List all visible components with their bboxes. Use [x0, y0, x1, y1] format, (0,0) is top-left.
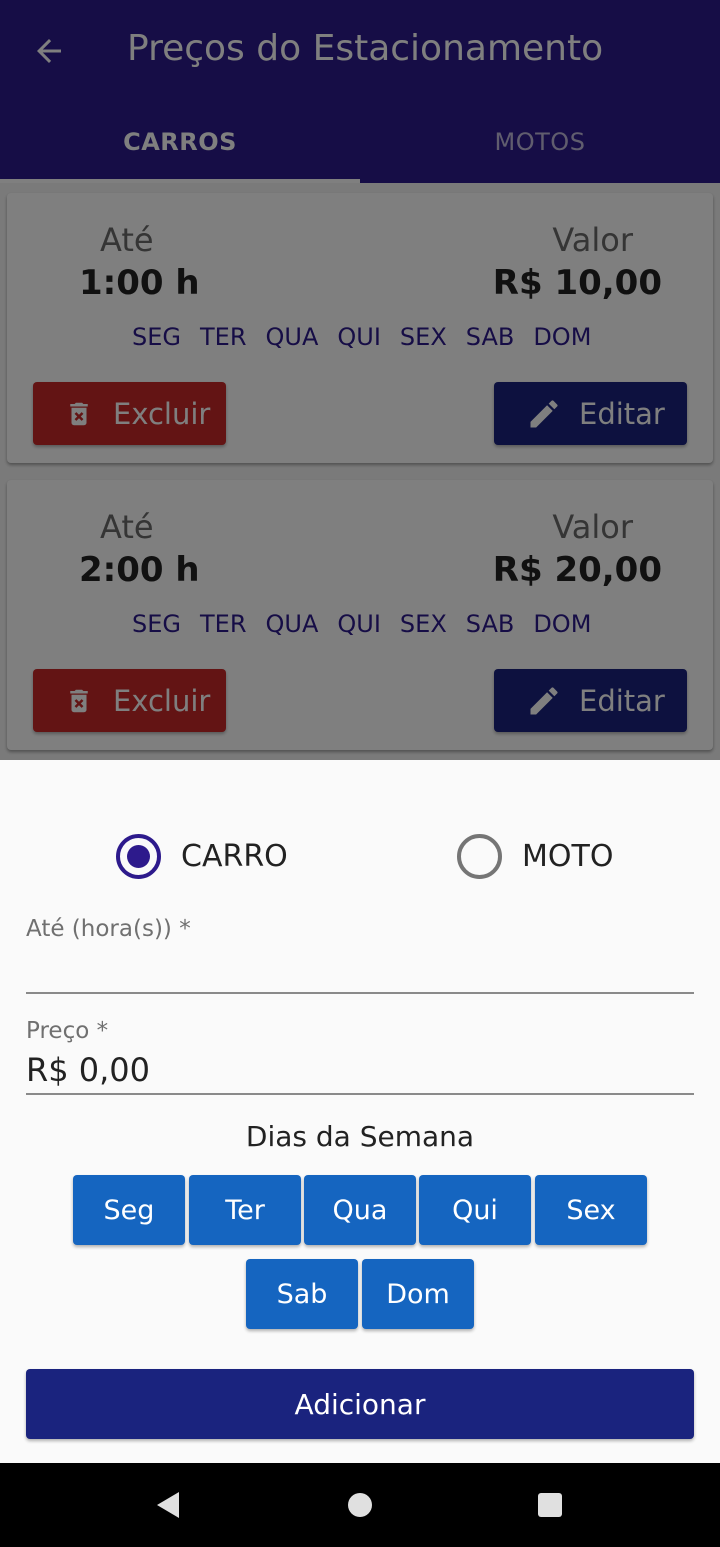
- radio-moto[interactable]: MOTO: [457, 834, 613, 879]
- weekday-sex: SEX: [399, 323, 447, 351]
- weekday-sex: SEX: [399, 610, 447, 638]
- day-chip-qui[interactable]: Qui: [419, 1175, 531, 1245]
- price-value: R$ 20,00: [492, 550, 662, 590]
- edit-label: Editar: [579, 396, 665, 431]
- price-field-value[interactable]: R$ 0,00: [26, 1051, 694, 1089]
- weekday-qui: QUI: [337, 610, 381, 638]
- edit-button[interactable]: Editar: [494, 382, 687, 445]
- nav-home-button[interactable]: [340, 1485, 380, 1525]
- until-label: Até: [100, 508, 154, 546]
- price-field-label: Preço *: [26, 1018, 109, 1044]
- price-card: Até 2:00 h Valor R$ 20,00 SEG TER QUA QU…: [7, 480, 713, 750]
- edit-label: Editar: [579, 683, 665, 718]
- weekday-list: SEG TER QUA QUI SEX SAB DOM: [132, 323, 610, 351]
- radio-selected-icon: [116, 834, 161, 879]
- page-title: Preços do Estacionamento: [127, 28, 604, 69]
- radio-carro-label: CARRO: [181, 839, 288, 874]
- weekday-ter: TER: [200, 610, 247, 638]
- weekday-seg: SEG: [132, 323, 181, 351]
- weekday-dom: DOM: [533, 323, 592, 351]
- price-label: Valor: [552, 221, 633, 259]
- delete-button[interactable]: Excluir: [33, 382, 226, 445]
- vehicle-type-radio-group: CARRO MOTO: [0, 834, 720, 880]
- tab-carros[interactable]: CARROS: [0, 100, 360, 183]
- price-value: R$ 10,00: [492, 263, 662, 303]
- price-list: Até 1:00 h Valor R$ 10,00 SEG TER QUA QU…: [0, 183, 720, 760]
- day-chip-sex[interactable]: Sex: [535, 1175, 647, 1245]
- edit-button[interactable]: Editar: [494, 669, 687, 732]
- until-value: 1:00 h: [79, 263, 200, 303]
- delete-label: Excluir: [113, 396, 211, 431]
- radio-carro[interactable]: CARRO: [116, 834, 288, 879]
- price-field[interactable]: Preço * R$ 0,00: [26, 1018, 694, 1095]
- triangle-back-icon: [157, 1492, 179, 1518]
- delete-label: Excluir: [113, 683, 211, 718]
- weekday-qui: QUI: [337, 323, 381, 351]
- day-chip-seg[interactable]: Seg: [73, 1175, 185, 1245]
- day-chip-ter[interactable]: Ter: [189, 1175, 301, 1245]
- weekday-sab: SAB: [465, 610, 515, 638]
- nav-recents-button[interactable]: [530, 1485, 570, 1525]
- pencil-icon: [530, 399, 558, 427]
- day-chip-qua[interactable]: Qua: [304, 1175, 416, 1245]
- radio-unselected-icon: [457, 834, 502, 879]
- weekday-list: SEG TER QUA QUI SEX SAB DOM: [132, 610, 610, 638]
- day-chip-sab[interactable]: Sab: [246, 1259, 358, 1329]
- add-button[interactable]: Adicionar: [26, 1369, 694, 1439]
- system-nav-bar: [0, 1463, 720, 1547]
- nav-back-button[interactable]: [147, 1485, 187, 1525]
- trash-icon: [70, 402, 88, 425]
- app-bar: Preços do Estacionamento CARROS MOTOS: [0, 0, 720, 183]
- tab-motos[interactable]: MOTOS: [360, 100, 720, 183]
- weekday-seg: SEG: [132, 610, 181, 638]
- weekday-sab: SAB: [465, 323, 515, 351]
- back-button[interactable]: [24, 26, 74, 76]
- circle-home-icon: [348, 1493, 372, 1517]
- weekday-dom: DOM: [533, 610, 592, 638]
- weekdays-title: Dias da Semana: [245, 1120, 475, 1153]
- square-recents-icon: [538, 1493, 562, 1517]
- price-card: Até 1:00 h Valor R$ 10,00 SEG TER QUA QU…: [7, 193, 713, 463]
- price-label: Valor: [552, 508, 633, 546]
- weekday-qua: QUA: [265, 610, 319, 638]
- delete-button[interactable]: Excluir: [33, 669, 226, 732]
- day-chip-dom[interactable]: Dom: [362, 1259, 474, 1329]
- radio-moto-label: MOTO: [522, 839, 614, 874]
- until-label: Até: [100, 221, 154, 259]
- pencil-icon: [530, 686, 558, 714]
- weekday-ter: TER: [200, 323, 247, 351]
- trash-icon: [70, 689, 88, 712]
- weekday-qua: QUA: [265, 323, 319, 351]
- hours-field[interactable]: Até (hora(s)) *: [26, 916, 694, 994]
- hours-field-label: Até (hora(s)) *: [26, 916, 191, 942]
- until-value: 2:00 h: [79, 550, 200, 590]
- arrow-left-icon: [37, 39, 61, 63]
- add-price-sheet: CARRO MOTO Até (hora(s)) * Preço * R$ 0,…: [0, 760, 720, 1463]
